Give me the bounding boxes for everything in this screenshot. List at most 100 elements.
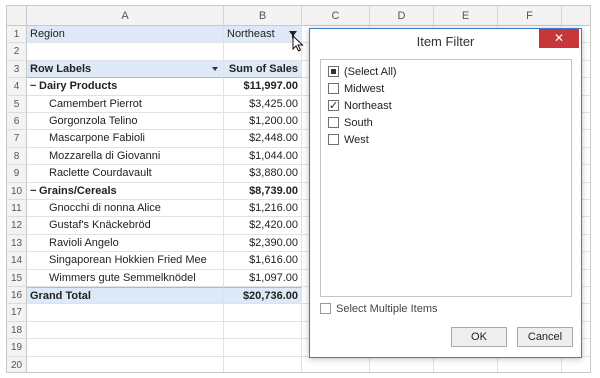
item-label[interactable]: Mascarpone Fabioli <box>27 130 224 148</box>
row-header[interactable]: 16 <box>7 287 27 305</box>
column-header-a[interactable]: A <box>27 6 224 26</box>
group-total[interactable]: $11,997.00 <box>224 78 302 96</box>
partial-checkbox-icon[interactable] <box>328 66 339 77</box>
row-header[interactable]: 11 <box>7 200 27 218</box>
sheet-cell[interactable] <box>224 43 302 61</box>
grand-total-value[interactable]: $20,736.00 <box>224 287 302 305</box>
sheet-cell[interactable] <box>27 321 224 340</box>
unchecked-checkbox-icon[interactable] <box>328 117 339 128</box>
sheet-cell[interactable] <box>27 339 224 357</box>
row-header[interactable]: 5 <box>7 95 27 113</box>
collapse-icon[interactable]: − <box>30 183 37 199</box>
sheet-cell[interactable] <box>370 356 434 372</box>
group-total[interactable]: $8,739.00 <box>224 182 302 200</box>
item-value[interactable]: $2,420.00 <box>224 217 302 235</box>
row-header[interactable]: 3 <box>7 60 27 79</box>
unchecked-checkbox-icon[interactable] <box>328 83 339 94</box>
group-label-cell[interactable]: − Dairy Products <box>27 78 224 96</box>
row-header[interactable]: 4 <box>7 78 27 96</box>
sheet-cell[interactable] <box>434 356 498 372</box>
item-value[interactable]: $1,097.00 <box>224 269 302 287</box>
row-header[interactable]: 15 <box>7 269 27 287</box>
row-header[interactable]: 18 <box>7 321 27 340</box>
item-value[interactable]: $1,616.00 <box>224 252 302 270</box>
row-header[interactable]: 8 <box>7 147 27 166</box>
row-header[interactable]: 1 <box>7 26 27 44</box>
row-header[interactable]: 17 <box>7 304 27 322</box>
cancel-button[interactable]: Cancel <box>517 327 573 347</box>
sheet-cell[interactable] <box>27 356 224 372</box>
filter-item-midwest[interactable]: Midwest <box>328 81 384 97</box>
row-header[interactable]: 9 <box>7 165 27 183</box>
dropdown-arrow-icon[interactable] <box>206 61 218 77</box>
row-header[interactable]: 12 <box>7 217 27 235</box>
filter-item-northeast[interactable]: Northeast <box>328 98 392 114</box>
row-header[interactable]: 6 <box>7 113 27 131</box>
row-header[interactable]: 2 <box>7 43 27 61</box>
column-header-d[interactable]: D <box>370 6 434 26</box>
item-label[interactable]: Camembert Pierrot <box>27 95 224 113</box>
select-multiple-label: Select Multiple Items <box>336 303 438 315</box>
item-filter-dialog: Item Filter ✕ (Select All) Midwest North… <box>309 28 582 358</box>
sheet-cell[interactable] <box>224 339 302 357</box>
filter-item-select-all[interactable]: (Select All) <box>328 64 397 80</box>
filter-item-west[interactable]: West <box>328 132 369 148</box>
row-labels-header[interactable]: Row Labels <box>27 60 224 79</box>
collapse-icon[interactable]: − <box>30 78 37 94</box>
sheet-cell[interactable] <box>302 356 370 372</box>
row-header[interactable]: 7 <box>7 130 27 148</box>
row-header[interactable]: 14 <box>7 252 27 270</box>
row-header[interactable]: 19 <box>7 339 27 357</box>
checked-checkbox-icon[interactable] <box>328 98 339 114</box>
column-header-f[interactable]: F <box>498 6 562 26</box>
group-label-cell[interactable]: − Grains/Cereals <box>27 182 224 200</box>
item-label[interactable]: Wimmers gute Semmelknödel <box>27 269 224 287</box>
filter-item-label: Northeast <box>344 100 392 112</box>
grand-total-label[interactable]: Grand Total <box>27 287 224 305</box>
item-value[interactable]: $1,216.00 <box>224 200 302 218</box>
filter-item-list[interactable]: (Select All) Midwest Northeast South Wes… <box>320 59 572 297</box>
unchecked-checkbox-icon[interactable] <box>328 134 339 145</box>
sheet-cell[interactable] <box>562 357 590 372</box>
filter-item-label: (Select All) <box>344 66 397 78</box>
row-header[interactable]: 20 <box>7 356 27 372</box>
item-label[interactable]: Mozzarella di Giovanni <box>27 147 224 166</box>
item-value[interactable]: $2,390.00 <box>224 234 302 253</box>
item-label[interactable]: Gorgonzola Telino <box>27 113 224 131</box>
select-all-corner[interactable] <box>7 6 27 26</box>
filter-field-label[interactable]: Region <box>27 26 224 44</box>
row-header[interactable]: 13 <box>7 234 27 253</box>
item-label[interactable]: Singaporean Hokkien Fried Mee <box>27 252 224 270</box>
sum-of-sales-header[interactable]: Sum of Sales <box>224 60 302 79</box>
sheet-cell[interactable] <box>224 321 302 340</box>
item-value[interactable]: $3,880.00 <box>224 165 302 183</box>
item-label[interactable]: Gnocchi di nonna Alice <box>27 200 224 218</box>
group-label: Grains/Cereals <box>39 184 117 197</box>
item-value[interactable]: $2,448.00 <box>224 130 302 148</box>
ok-button[interactable]: OK <box>451 327 507 347</box>
filter-item-south[interactable]: South <box>328 115 373 131</box>
row-header[interactable]: 10 <box>7 182 27 200</box>
close-button[interactable]: ✕ <box>539 29 579 48</box>
sheet-cell[interactable] <box>224 356 302 372</box>
sheet-row <box>27 356 590 372</box>
sheet-cell[interactable] <box>27 43 224 61</box>
unchecked-checkbox-icon[interactable] <box>320 303 331 314</box>
column-header-c[interactable]: C <box>302 6 370 26</box>
item-value[interactable]: $1,200.00 <box>224 113 302 131</box>
dropdown-arrow-shape <box>212 66 218 71</box>
column-header-e[interactable]: E <box>434 6 498 26</box>
column-header-b[interactable]: B <box>224 6 302 26</box>
item-label[interactable]: Ravioli Angelo <box>27 234 224 253</box>
item-value[interactable]: $3,425.00 <box>224 95 302 113</box>
row-labels-text: Row Labels <box>30 62 92 75</box>
column-header-g[interactable] <box>562 6 590 26</box>
item-label[interactable]: Raclette Courdavault <box>27 165 224 183</box>
sheet-cell[interactable] <box>224 304 302 322</box>
filter-item-label: South <box>344 117 373 129</box>
item-label[interactable]: Gustaf's Knäckebröd <box>27 217 224 235</box>
select-multiple-items-option[interactable]: Select Multiple Items <box>320 301 437 317</box>
item-value[interactable]: $1,044.00 <box>224 147 302 166</box>
sheet-cell[interactable] <box>27 304 224 322</box>
sheet-cell[interactable] <box>498 356 562 372</box>
